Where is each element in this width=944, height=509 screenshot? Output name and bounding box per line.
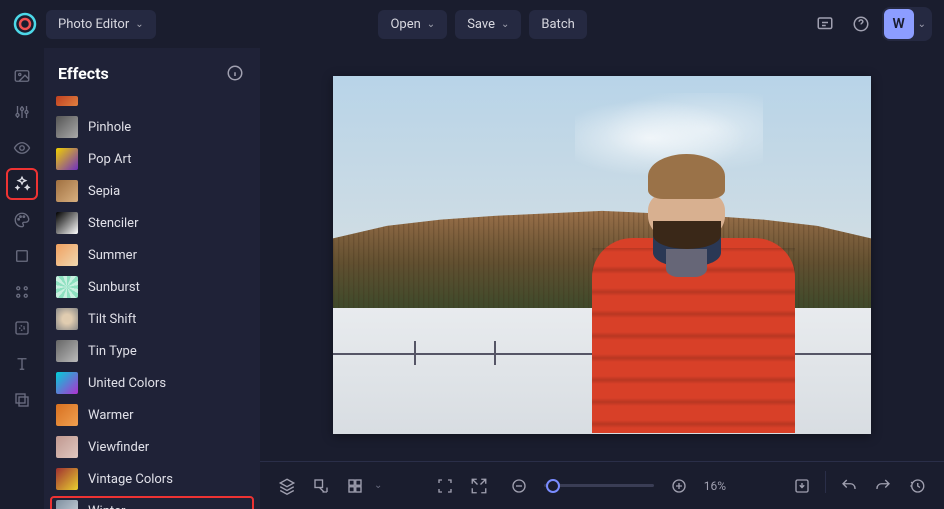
effect-label: United Colors: [88, 376, 166, 391]
expand-icon[interactable]: [306, 471, 336, 501]
zoom-value: 16%: [704, 479, 740, 493]
effect-thumb: [56, 276, 78, 298]
effect-label: Sunburst: [88, 280, 140, 295]
zoom-slider[interactable]: [544, 484, 654, 487]
rail-effects-icon[interactable]: [6, 168, 38, 200]
layers-icon[interactable]: [272, 471, 302, 501]
effect-label: Summer: [88, 248, 137, 263]
rail-overlay-icon[interactable]: [6, 384, 38, 416]
grid-view-icon[interactable]: [340, 471, 370, 501]
rail-grid-icon[interactable]: [6, 276, 38, 308]
save-label: Save: [467, 17, 495, 32]
rail-image-icon[interactable]: [6, 60, 38, 92]
avatar: W: [884, 9, 914, 39]
panel-title: Effects: [58, 64, 109, 83]
effect-thumb: [56, 148, 78, 170]
open-button[interactable]: Open ⌄: [378, 10, 447, 39]
effect-item-stenciler[interactable]: Stenciler: [50, 208, 254, 238]
effect-item-sunburst[interactable]: Sunburst: [50, 272, 254, 302]
effect-thumb: [56, 340, 78, 362]
effect-label: Pinhole: [88, 120, 131, 135]
chevron-down-icon: ⌄: [918, 19, 926, 30]
chevron-down-icon: ⌄: [135, 19, 143, 30]
fit-screen-icon[interactable]: [430, 471, 460, 501]
effect-item-cut[interactable]: [50, 92, 254, 110]
zoom-out-icon[interactable]: [504, 471, 534, 501]
effect-thumb: [56, 244, 78, 266]
chevron-down-icon: ⌄: [427, 19, 435, 30]
batch-button[interactable]: Batch: [529, 10, 586, 39]
effect-thumb: [56, 404, 78, 426]
effect-item-pinhole[interactable]: Pinhole: [50, 112, 254, 142]
effect-item-united-colors[interactable]: United Colors: [50, 368, 254, 398]
effect-label: Sepia: [88, 184, 120, 199]
effect-label: Stenciler: [88, 216, 138, 231]
effect-thumb: [56, 372, 78, 394]
zoom-slider-thumb[interactable]: [546, 479, 560, 493]
batch-label: Batch: [541, 17, 574, 32]
effect-thumb: [56, 500, 78, 509]
rail-palette-icon[interactable]: [6, 204, 38, 236]
effect-thumb: [56, 180, 78, 202]
effect-item-vintage-colors[interactable]: Vintage Colors: [50, 464, 254, 494]
actual-size-icon[interactable]: [464, 471, 494, 501]
chevron-down-icon: ⌄: [501, 19, 509, 30]
app-mode-label: Photo Editor: [58, 17, 129, 32]
zoom-in-icon[interactable]: [664, 471, 694, 501]
effect-thumb: [56, 308, 78, 330]
app-mode-dropdown[interactable]: Photo Editor ⌄: [46, 10, 156, 39]
rail-eye-icon[interactable]: [6, 132, 38, 164]
feedback-icon[interactable]: [810, 9, 840, 39]
rail-adjust-icon[interactable]: [6, 96, 38, 128]
rail-crop-icon[interactable]: [6, 240, 38, 272]
help-icon[interactable]: [846, 9, 876, 39]
effect-item-tilt-shift[interactable]: Tilt Shift: [50, 304, 254, 334]
effect-thumb: [56, 468, 78, 490]
canvas-image[interactable]: [333, 76, 871, 434]
effect-item-tin-type[interactable]: Tin Type: [50, 336, 254, 366]
info-icon[interactable]: [224, 62, 246, 84]
app-logo[interactable]: [12, 11, 38, 37]
redo-icon[interactable]: [868, 471, 898, 501]
effect-label: Pop Art: [88, 152, 132, 167]
user-menu[interactable]: W ⌄: [882, 7, 932, 41]
open-label: Open: [390, 17, 420, 32]
effect-thumb: [56, 212, 78, 234]
save-button[interactable]: Save ⌄: [455, 10, 521, 39]
history-icon[interactable]: [902, 471, 932, 501]
effect-label: Tin Type: [88, 344, 137, 359]
effect-label: Winter: [88, 504, 125, 509]
effect-thumb: [56, 116, 78, 138]
effect-item-warmer[interactable]: Warmer: [50, 400, 254, 430]
effect-item-sepia[interactable]: Sepia: [50, 176, 254, 206]
effect-item-viewfinder[interactable]: Viewfinder: [50, 432, 254, 462]
avatar-initial: W: [892, 16, 904, 32]
download-icon[interactable]: [787, 471, 817, 501]
effect-label: Viewfinder: [88, 440, 149, 455]
undo-icon[interactable]: [834, 471, 864, 501]
effect-label: Vintage Colors: [88, 472, 173, 487]
effect-item-summer[interactable]: Summer: [50, 240, 254, 270]
effect-item-pop-art[interactable]: Pop Art: [50, 144, 254, 174]
effect-item-winter[interactable]: Winter: [50, 496, 254, 509]
effect-label: Warmer: [88, 408, 134, 423]
effect-label: Tilt Shift: [88, 312, 136, 327]
chevron-down-icon[interactable]: ⌄: [374, 480, 382, 491]
rail-focus-icon[interactable]: [6, 312, 38, 344]
effect-thumb: [56, 436, 78, 458]
rail-text-icon[interactable]: [6, 348, 38, 380]
